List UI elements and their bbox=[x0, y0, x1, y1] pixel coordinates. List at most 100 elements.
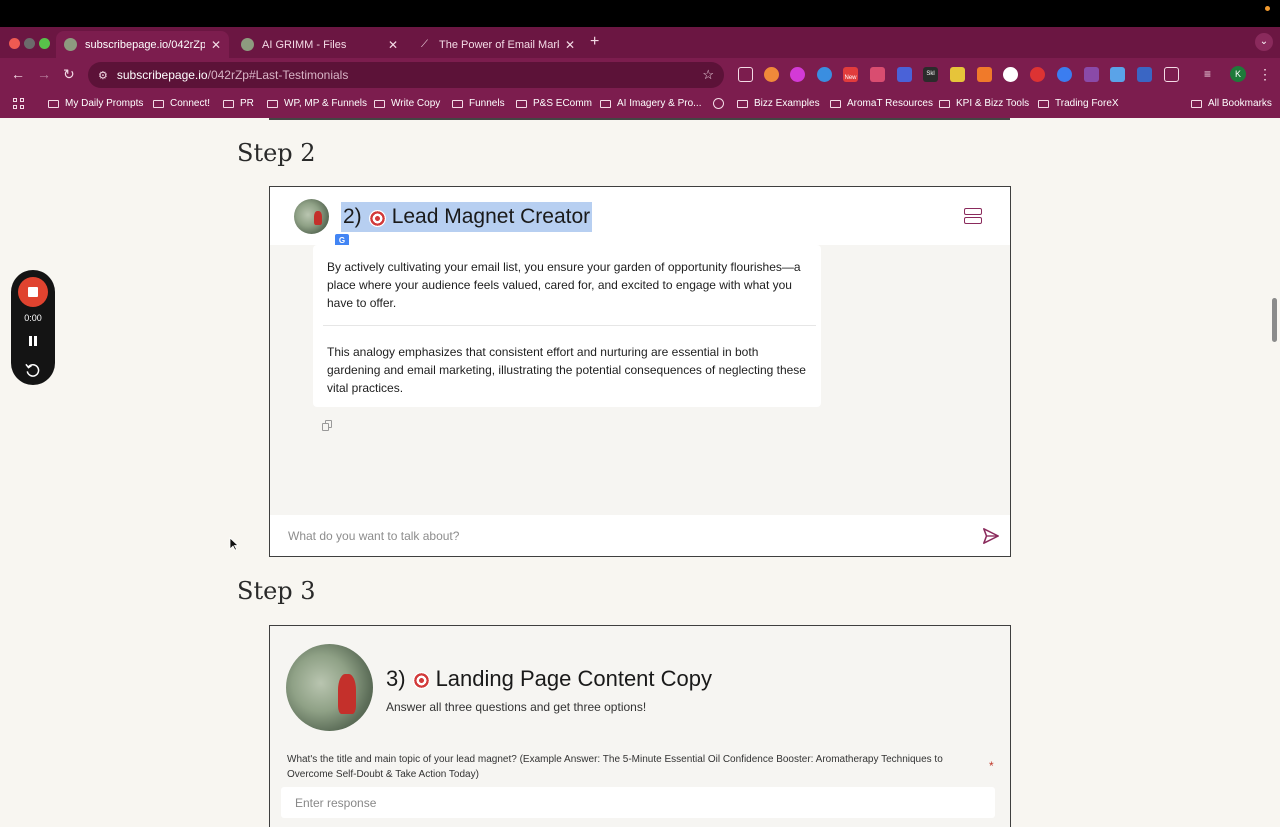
tab-bar: subscribepage.io/042rZp#La ✕ AI GRIMM - … bbox=[0, 27, 1280, 58]
extension-compass-icon[interactable] bbox=[1003, 67, 1018, 82]
tab-ai-grimm[interactable]: AI GRIMM - Files ✕ bbox=[233, 31, 406, 58]
bookmark-kpi-bizz-tools[interactable]: KPI & Bizz Tools bbox=[939, 98, 1029, 109]
globe-bookmark[interactable] bbox=[713, 98, 724, 109]
close-tab-icon[interactable]: ✕ bbox=[388, 38, 398, 52]
bookmark-label: Write Copy bbox=[391, 98, 441, 109]
browser-menu-icon[interactable]: ⋮ bbox=[1258, 66, 1272, 83]
bookmark-label: AromaT Resources bbox=[847, 98, 933, 109]
minimize-window-button[interactable] bbox=[24, 38, 35, 49]
address-bar[interactable]: ⚙ subscribepage.io/042rZp#Last-Testimoni… bbox=[88, 62, 724, 88]
close-window-button[interactable] bbox=[9, 38, 20, 49]
new-badge: New bbox=[844, 75, 857, 81]
card-subtitle: Answer all three questions and get three… bbox=[386, 700, 647, 714]
extension-yellow-icon[interactable] bbox=[950, 67, 965, 82]
site-settings-icon[interactable]: ⚙ bbox=[98, 69, 108, 82]
bookmark-bizz-examples[interactable]: Bizz Examples bbox=[737, 98, 820, 109]
folder-icon bbox=[48, 99, 59, 108]
stop-recording-button[interactable] bbox=[18, 277, 48, 307]
bookmark-trading-forex[interactable]: Trading ForeX bbox=[1038, 98, 1119, 109]
folder-icon bbox=[939, 99, 950, 108]
close-tab-icon[interactable]: ✕ bbox=[211, 38, 221, 52]
folder-icon bbox=[1038, 99, 1049, 108]
bookmark-label: PR bbox=[240, 98, 254, 109]
globe-icon bbox=[713, 98, 724, 109]
card-title: 3) Landing Page Content Copy bbox=[386, 666, 712, 692]
bookmark-aromat-resources[interactable]: AromaT Resources bbox=[830, 98, 933, 109]
message-paragraph: This analogy emphasizes that consistent … bbox=[327, 345, 806, 395]
folder-icon bbox=[516, 99, 527, 108]
browser-chrome: subscribepage.io/042rZp#La ✕ AI GRIMM - … bbox=[0, 0, 1280, 118]
profile-initial: K bbox=[1234, 69, 1241, 79]
wolf-favicon-icon bbox=[64, 38, 77, 51]
folder-icon bbox=[1191, 99, 1202, 108]
chat-menu-icon[interactable] bbox=[964, 208, 982, 226]
extension-arrow-icon[interactable] bbox=[1057, 67, 1072, 82]
bookmark-funnels[interactable]: Funnels bbox=[452, 98, 505, 109]
reload-icon[interactable]: ↻ bbox=[63, 66, 75, 83]
folder-icon bbox=[153, 99, 164, 108]
bookmark-write-copy[interactable]: Write Copy bbox=[374, 98, 440, 109]
extension-red-square-icon[interactable] bbox=[870, 67, 885, 82]
tab-title: AI GRIMM - Files bbox=[262, 38, 347, 51]
step-2-heading: Step 2 bbox=[237, 139, 316, 167]
bookmark-wp-mp-funnels[interactable]: WP, MP & Funnels bbox=[267, 98, 367, 109]
bookmark-all-bookmarks[interactable]: All Bookmarks bbox=[1191, 98, 1272, 109]
copy-icon[interactable] bbox=[322, 420, 333, 431]
tab-title: subscribepage.io/042rZp#La bbox=[85, 38, 205, 51]
extension-orange-icon[interactable] bbox=[764, 67, 779, 82]
skl-label: Skl bbox=[926, 71, 935, 77]
tab-subscribepage[interactable]: subscribepage.io/042rZp#La ✕ bbox=[56, 31, 229, 58]
extension-bowl-icon[interactable] bbox=[1030, 67, 1045, 82]
folder-icon bbox=[223, 99, 234, 108]
extension-globe-icon[interactable] bbox=[817, 67, 832, 82]
new-tab-plus-icon[interactable]: + bbox=[590, 33, 599, 51]
recording-timer: 0:00 bbox=[24, 313, 42, 323]
wolf-red-riding-hood-avatar bbox=[286, 644, 373, 731]
forward-arrow-icon[interactable]: → bbox=[37, 66, 51, 82]
card-title-text: Landing Page Content Copy bbox=[435, 666, 712, 691]
folder-icon bbox=[452, 99, 463, 108]
mouse-cursor-icon bbox=[229, 537, 239, 551]
restart-icon[interactable] bbox=[24, 361, 41, 378]
bookmark-connect[interactable]: Connect! bbox=[153, 98, 210, 109]
tab-title: The Power of Email Marketing bbox=[439, 38, 559, 51]
tab-email-marketing[interactable]: ⟋ The Power of Email Marketing ✕ bbox=[410, 31, 583, 58]
assistant-message: By actively cultivating your email list,… bbox=[313, 245, 821, 407]
required-marker: * bbox=[989, 759, 994, 773]
send-icon[interactable] bbox=[982, 527, 1000, 545]
extension-new-icon[interactable]: New bbox=[843, 67, 858, 82]
pen-favicon-icon: ⟋ bbox=[421, 39, 428, 50]
bookmark-ai-imagery[interactable]: AI Imagery & Pro... bbox=[600, 98, 701, 109]
bookmark-my-daily-prompts[interactable]: My Daily Prompts bbox=[48, 98, 143, 109]
wolf-favicon-icon bbox=[241, 38, 254, 51]
message-paragraph: By actively cultivating your email list,… bbox=[327, 260, 801, 310]
extensions-puzzle-icon[interactable] bbox=[1164, 67, 1179, 82]
pause-icon[interactable] bbox=[28, 336, 38, 346]
extension-purple-icon[interactable] bbox=[790, 67, 805, 82]
folder-icon bbox=[267, 99, 278, 108]
close-tab-icon[interactable]: ✕ bbox=[565, 38, 575, 52]
tab-search-chevron-icon[interactable]: ⌄ bbox=[1255, 33, 1273, 51]
extension-blue-icon[interactable] bbox=[897, 67, 912, 82]
response-field[interactable]: Enter response bbox=[281, 787, 995, 818]
bookmark-ps-ecomm[interactable]: P&S EComm bbox=[516, 98, 592, 109]
chat-input[interactable]: What do you want to talk about? bbox=[288, 529, 459, 543]
target-dart-icon bbox=[368, 209, 386, 227]
divider bbox=[269, 118, 1010, 120]
maximize-window-button[interactable] bbox=[39, 38, 50, 49]
extension-blue-square-icon[interactable] bbox=[1137, 67, 1152, 82]
bookmark-star-icon[interactable]: ☆ bbox=[702, 67, 714, 83]
extension-rss-icon[interactable] bbox=[977, 67, 992, 82]
extension-skl-icon[interactable]: Skl bbox=[923, 67, 938, 82]
back-arrow-icon[interactable]: ← bbox=[11, 66, 25, 82]
copy-extension-icon[interactable] bbox=[738, 67, 753, 82]
profile-avatar[interactable]: K bbox=[1230, 66, 1246, 82]
question-label: What's the title and main topic of your … bbox=[287, 754, 943, 780]
page-content: Step 2 2) Lead Magnet Creator G By activ… bbox=[0, 118, 1280, 827]
page-scrollbar[interactable] bbox=[1272, 298, 1277, 342]
extension-window-icon[interactable] bbox=[1110, 67, 1125, 82]
bot-title: 2) Lead Magnet Creator bbox=[341, 202, 593, 232]
extension-puzzle-badge-icon[interactable] bbox=[1084, 67, 1099, 82]
bookmark-pr[interactable]: PR bbox=[223, 98, 254, 109]
reading-list-icon[interactable]: ≡ bbox=[1204, 67, 1219, 82]
